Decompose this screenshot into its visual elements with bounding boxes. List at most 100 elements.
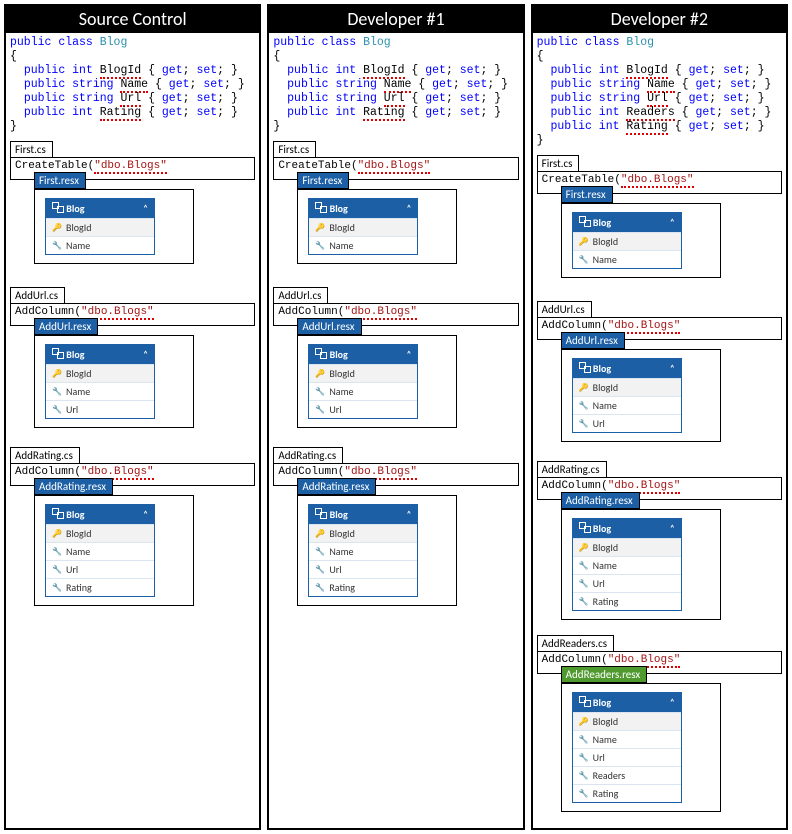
resx-file-tab: AddRating.resx [34, 478, 113, 495]
wrench-icon: 🔧 [579, 579, 589, 589]
cs-file-tab: AddRating.cs [273, 447, 343, 464]
table-icon [315, 508, 327, 518]
resx-file-body: Blog˄🔑BlogId🔧Name🔧Url🔧Rating [297, 495, 457, 606]
wrench-icon: 🔧 [52, 241, 62, 251]
resx-file-body: Blog˄🔑BlogId🔧Name🔧Url🔧Rating [34, 495, 194, 606]
entity-field: 🔧Rating [46, 578, 154, 596]
entity-diagram: Blog˄🔑BlogId🔧Name🔧Url [308, 344, 418, 419]
cs-file-tab: First.cs [537, 155, 580, 172]
entity-field-name: Url [593, 417, 605, 430]
resx-file-tab: AddReaders.resx [561, 666, 648, 683]
chevron-up-icon: ˄ [406, 203, 411, 214]
entity-diagram: Blog˄🔑BlogId🔧Name [572, 212, 682, 269]
table-icon [579, 696, 591, 706]
entity-field: 🔧 Name [309, 382, 417, 400]
resx-overlay: AddUrl.resx Blog˄🔑BlogId🔧Name🔧Url [34, 318, 194, 428]
migration-block: First.csCreateTable("dbo.Blogs"First.res… [273, 140, 518, 278]
migration-block: First.csCreateTable("dbo.Blogs"First.res… [537, 154, 782, 292]
entity-field: 🔧Name [46, 382, 154, 400]
entity-diagram: Blog˄🔑BlogId🔧Name🔧Url [572, 358, 682, 433]
entity-header: Blog˄ [309, 199, 417, 218]
entity-field-name: Name [329, 239, 353, 252]
entity-field-name: Url [329, 403, 341, 416]
key-icon: 🔑 [315, 223, 325, 233]
entity-header: Blog˄ [46, 505, 154, 524]
migration-block: AddRating.csAddColumn("dbo.Blogs"AddRati… [537, 460, 782, 626]
entity-diagram: Blog˄🔑BlogId🔧Name🔧Url🔧Rating [308, 504, 418, 597]
entity-field: 🔧Url [573, 748, 681, 766]
key-icon: 🔑 [315, 369, 325, 379]
entity-field-name: Rating [593, 595, 619, 608]
entity-header: Blog˄ [46, 345, 154, 364]
entity-field: 🔧Url [309, 560, 417, 578]
wrench-icon: 🔧 [579, 771, 589, 781]
entity-field: 🔧Name [46, 236, 154, 254]
entity-field: 🔧Name [573, 730, 681, 748]
wrench-icon: 🔧 [315, 387, 325, 397]
resx-file-tab: AddUrl.resx [34, 318, 98, 335]
cs-file-tab: AddReaders.cs [537, 635, 614, 652]
column: Developer #1public class Blog{ public in… [267, 4, 524, 830]
entity-field-name: BlogId [66, 221, 92, 234]
entity-field-name: Name [593, 399, 617, 412]
entity-field-name: Rating [329, 581, 355, 594]
entity-header: Blog˄ [573, 213, 681, 232]
resx-file-tab: First.resx [297, 172, 349, 189]
wrench-icon: 🔧 [52, 387, 62, 397]
wrench-icon: 🔧 [579, 753, 589, 763]
resx-file-tab: AddUrl.resx [297, 318, 361, 335]
entity-field-name: Name [329, 385, 353, 398]
cs-file-tab: AddRating.cs [537, 461, 607, 478]
table-icon [579, 522, 591, 532]
resx-file-body: Blog˄🔑BlogId🔧Name🔧Url [561, 349, 721, 442]
entity-field: 🔧 Rating [309, 578, 417, 596]
entity-field: 🔧Url [573, 574, 681, 592]
wrench-icon: 🔧 [52, 583, 62, 593]
table-icon [52, 202, 64, 212]
entity-field: 🔑 BlogId [309, 524, 417, 542]
wrench-icon: 🔧 [579, 597, 589, 607]
entity-field-name: BlogId [593, 235, 619, 248]
entity-field: 🔑BlogId [573, 712, 681, 730]
wrench-icon: 🔧 [579, 419, 589, 429]
migration-block: AddUrl.csAddColumn("dbo.Blogs"AddUrl.res… [10, 286, 255, 438]
resx-file-tab: AddRating.resx [297, 478, 376, 495]
chevron-up-icon: ˄ [406, 509, 411, 520]
entity-field-name: Url [66, 563, 78, 576]
entity-field-name: BlogId [329, 221, 355, 234]
wrench-icon: 🔧 [315, 583, 325, 593]
resx-file-tab: AddRating.resx [561, 492, 640, 509]
key-icon: 🔑 [315, 529, 325, 539]
wrench-icon: 🔧 [579, 789, 589, 799]
chevron-up-icon: ˄ [670, 523, 675, 534]
entity-field-name: Rating [593, 787, 619, 800]
resx-overlay: First.resx Blog˄🔑BlogId🔧Name [34, 172, 194, 264]
entity-field-name: Name [329, 545, 353, 558]
cs-file-tab: First.cs [273, 141, 316, 158]
table-icon [579, 216, 591, 226]
cs-file-tab: AddRating.cs [10, 447, 80, 464]
entity-field-name: Name [66, 545, 90, 558]
table-icon [315, 202, 327, 212]
resx-overlay: AddReaders.resx Blog˄🔑BlogId🔧Name🔧Url🔧Re… [561, 666, 721, 812]
resx-file-tab: First.resx [34, 172, 86, 189]
resx-file-body: Blog˄🔑BlogId🔧Name🔧Url [34, 335, 194, 428]
code-block: public class Blog{ public int BlogId { g… [533, 33, 786, 154]
column: Developer #2public class Blog{ public in… [531, 4, 788, 830]
migration-block: First.csCreateTable("dbo.Blogs"First.res… [10, 140, 255, 278]
entity-field: 🔧 Url [573, 414, 681, 432]
entity-field-name: Name [593, 559, 617, 572]
entity-header: Blog˄ [573, 693, 681, 712]
column-title: Developer #2 [533, 6, 786, 33]
entity-field-name: BlogId [593, 541, 619, 554]
wrench-icon: 🔧 [315, 565, 325, 575]
entity-field-name: Readers [593, 769, 625, 782]
resx-overlay: First.resx Blog˄🔑BlogId🔧Name [297, 172, 457, 264]
chevron-up-icon: ˄ [143, 203, 148, 214]
chevron-up-icon: ˄ [143, 509, 148, 520]
entity-field-name: BlogId [329, 527, 355, 540]
wrench-icon: 🔧 [315, 405, 325, 415]
migration-block: AddUrl.csAddColumn("dbo.Blogs"AddUrl.res… [273, 286, 518, 438]
resx-overlay: AddRating.resx Blog˄🔑BlogId🔧Name🔧Url🔧Rat… [297, 478, 457, 606]
column-title: Source Control [6, 6, 259, 33]
